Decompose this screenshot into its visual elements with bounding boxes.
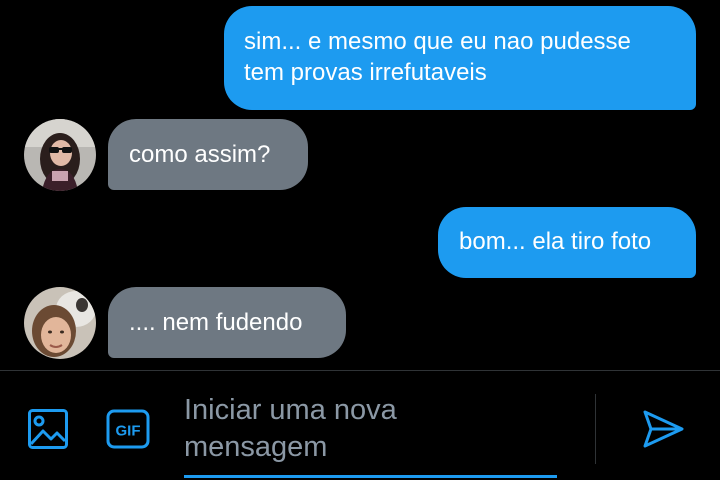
message-text: sim... e mesmo que eu nao pudesse tem pr… <box>244 28 631 86</box>
gif-label: GIF <box>116 423 141 440</box>
send-icon <box>643 410 684 448</box>
add-image-button[interactable] <box>24 406 72 452</box>
message-bubble-received[interactable]: como assim? <box>108 119 308 190</box>
message-bubble-sent[interactable]: sim... e mesmo que eu nao pudesse tem pr… <box>224 6 696 110</box>
avatar-photo <box>24 287 96 359</box>
message-input-placeholder: Iniciar uma nova mensagem <box>184 394 397 463</box>
message-text: bom... ela tiro foto <box>459 228 652 255</box>
dm-conversation: sim... e mesmo que eu nao pudesse tem pr… <box>0 0 720 480</box>
message-text: .... nem fudendo <box>129 309 303 336</box>
image-icon <box>28 409 68 449</box>
composer-divider <box>0 370 720 371</box>
message-input[interactable]: Iniciar uma nova mensagem <box>184 392 557 478</box>
message-bubble-sent[interactable]: bom... ela tiro foto <box>438 207 696 278</box>
composer-separator <box>595 394 596 464</box>
avatar[interactable] <box>24 287 96 359</box>
send-button[interactable] <box>638 404 688 454</box>
avatar[interactable] <box>24 119 96 191</box>
add-gif-button[interactable]: GIF <box>104 406 152 452</box>
input-focus-underline <box>184 475 557 478</box>
message-bubble-received[interactable]: .... nem fudendo <box>108 287 346 358</box>
avatar-photo <box>24 119 96 191</box>
gif-icon: GIF <box>106 409 150 449</box>
message-text: como assim? <box>129 141 271 168</box>
